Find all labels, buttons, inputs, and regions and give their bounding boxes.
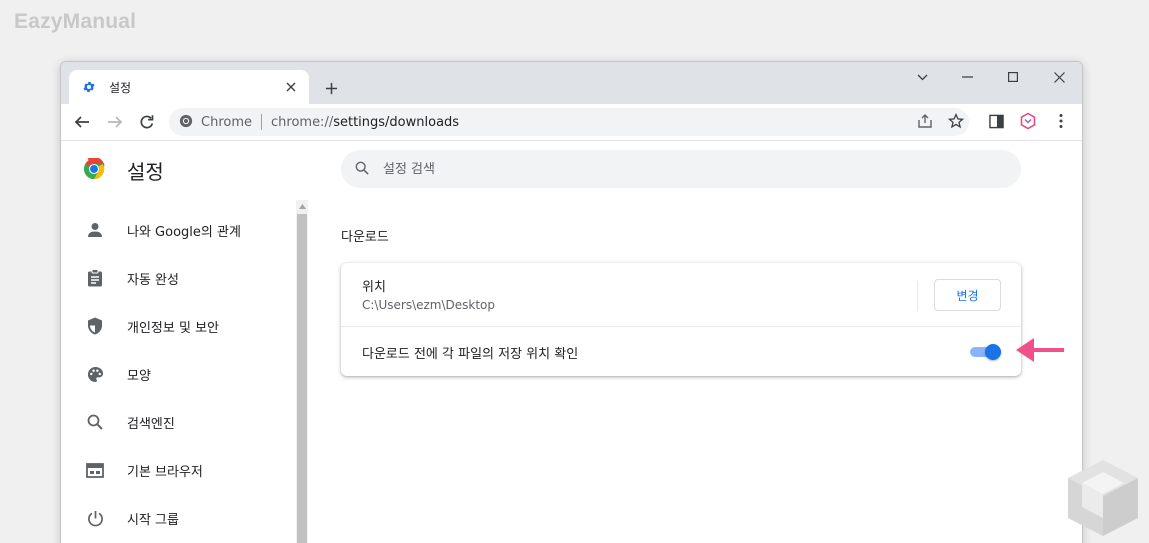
tab-search-chevron-icon[interactable] <box>904 66 940 88</box>
section-title-downloads: 다운로드 <box>341 230 389 245</box>
reload-button[interactable] <box>135 110 159 134</box>
clipboard-icon <box>85 268 105 288</box>
sidebar-item-appearance[interactable]: 모양 <box>61 350 297 398</box>
share-icon[interactable] <box>914 110 936 132</box>
bookmark-star-icon[interactable] <box>945 110 967 132</box>
sidebar-item-label: 자동 완성 <box>127 272 179 288</box>
sidebar-item-label: 개인정보 및 보안 <box>127 320 219 336</box>
tab-settings[interactable]: 설정 <box>69 70 309 104</box>
gear-icon <box>81 79 97 95</box>
tab-strip: 설정 <box>61 62 1082 104</box>
power-icon <box>85 508 105 528</box>
sidebar-item-label: 기본 브라우저 <box>127 464 203 480</box>
sidebar-item-default-browser[interactable]: 기본 브라우저 <box>61 446 297 494</box>
search-icon <box>355 160 369 179</box>
address-chip: Chrome <box>201 114 252 130</box>
more-menu-icon[interactable] <box>1050 110 1072 132</box>
browser-icon <box>85 460 105 480</box>
person-icon <box>85 220 105 240</box>
address-url-prefix: chrome:// <box>271 114 334 130</box>
toggle-knob <box>985 344 1001 360</box>
address-bar[interactable]: Chrome chrome:// settings/downloads <box>169 108 969 136</box>
sidebar-item-label: 나와 Google의 관계 <box>127 224 241 240</box>
chrome-logo-icon <box>83 156 105 180</box>
ask-where-to-save-row[interactable]: 다운로드 전에 각 파일의 저장 위치 확인 <box>341 327 1021 376</box>
sidebar-item-autofill[interactable]: 자동 완성 <box>61 254 297 302</box>
shield-icon <box>85 316 105 336</box>
maximize-button[interactable] <box>995 66 1031 88</box>
toolbar: Chrome chrome:// settings/downloads <box>61 104 1082 141</box>
address-separator <box>261 114 262 130</box>
settings-search-input[interactable] <box>383 161 783 177</box>
page-title: 설정 <box>127 160 164 184</box>
settings-sidebar: 나와 Google의 관계 자동 완성 개인정보 및 보안 모양 검색엔진 기본… <box>61 200 297 543</box>
new-tab-button[interactable] <box>319 76 343 100</box>
change-location-button[interactable]: 변경 <box>934 279 1001 311</box>
tab-close-icon[interactable] <box>283 79 299 95</box>
scroll-up-arrow-icon[interactable] <box>296 200 308 212</box>
location-label: 위치 <box>362 280 386 295</box>
tab-title: 설정 <box>109 80 132 95</box>
side-panel-icon[interactable] <box>985 110 1007 132</box>
sidebar-item-privacy[interactable]: 개인정보 및 보안 <box>61 302 297 350</box>
back-button[interactable] <box>70 110 94 134</box>
minimize-button[interactable] <box>949 66 985 88</box>
sidebar-item-search-engine[interactable]: 검색엔진 <box>61 398 297 446</box>
cube-logo-watermark-icon <box>1066 458 1140 538</box>
location-path: C:\Users\ezm\Desktop <box>362 298 496 312</box>
sidebar-item-google[interactable]: 나와 Google의 관계 <box>61 206 297 254</box>
brand-watermark-text: EazyManual <box>14 10 137 33</box>
settings-search-bar[interactable] <box>341 150 1021 188</box>
scrollbar-thumb[interactable] <box>297 214 307 543</box>
extension-icon[interactable] <box>1017 110 1039 132</box>
forward-button[interactable] <box>103 110 127 134</box>
ask-where-to-save-label: 다운로드 전에 각 파일의 저장 위치 확인 <box>362 347 579 362</box>
chrome-icon <box>179 113 193 132</box>
close-window-button[interactable] <box>1041 66 1077 88</box>
sidebar-item-on-startup[interactable]: 시작 그룹 <box>61 494 297 542</box>
search-icon <box>85 412 105 432</box>
palette-icon <box>85 364 105 384</box>
row-divider <box>917 281 918 311</box>
downloads-card: 위치 C:\Users\ezm\Desktop 변경 다운로드 전에 각 파일의… <box>341 263 1021 376</box>
address-url-path: settings/downloads <box>333 114 460 130</box>
sidebar-scrollbar[interactable] <box>296 200 308 543</box>
sidebar-item-label: 시작 그룹 <box>127 512 179 528</box>
browser-window: 설정 Chrome chrome:// settings/downloads 설… <box>60 61 1083 543</box>
annotation-arrow-icon <box>1014 335 1066 365</box>
sidebar-item-label: 검색엔진 <box>127 416 175 432</box>
ask-where-to-save-toggle[interactable] <box>969 344 1001 360</box>
download-location-row: 위치 C:\Users\ezm\Desktop 변경 <box>341 263 1021 327</box>
sidebar-item-label: 모양 <box>127 368 151 384</box>
